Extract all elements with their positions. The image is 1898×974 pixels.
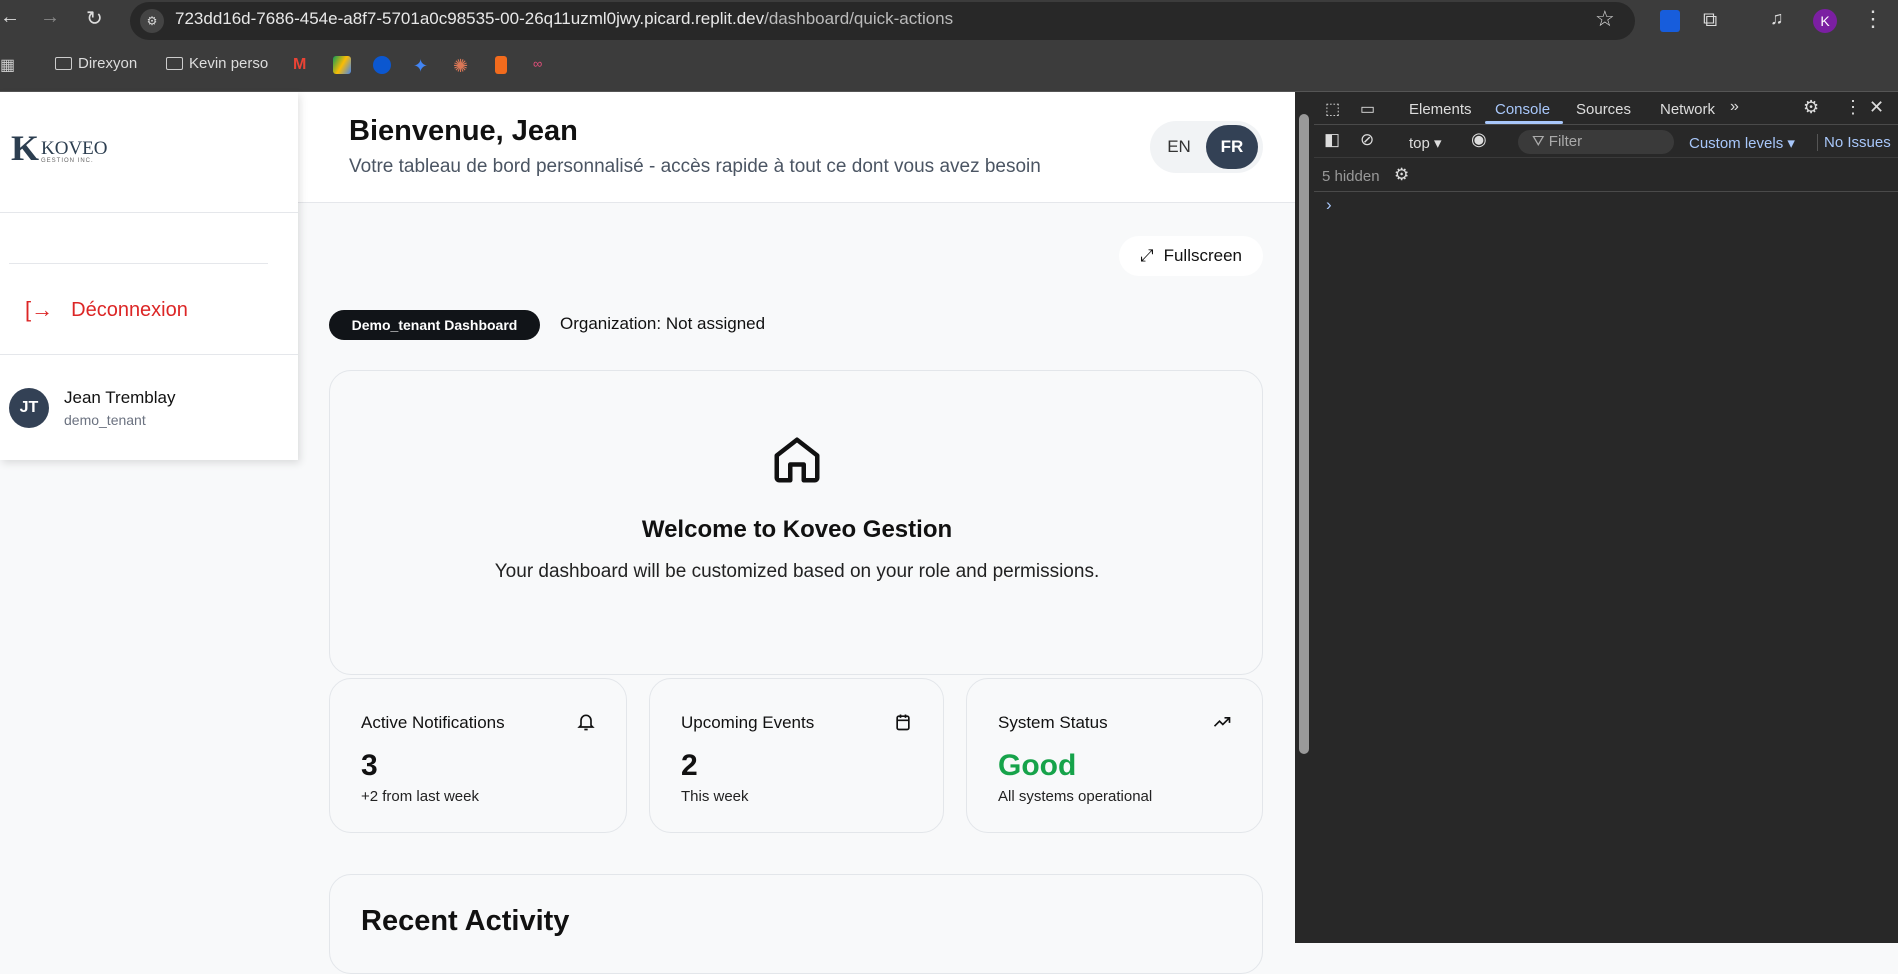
bell-icon (577, 714, 595, 731)
console-prompt[interactable]: › (1326, 195, 1332, 215)
page-title: Bienvenue, Jean (349, 115, 578, 147)
divider (1314, 191, 1898, 192)
close-icon[interactable]: ✕ (1869, 97, 1884, 118)
logout-icon: [→ (25, 297, 54, 322)
folder-icon (55, 57, 72, 70)
stat-sub: All systems operational (998, 788, 1153, 805)
levels-label: Custom levels (1689, 135, 1784, 152)
user-role: demo_tenant (64, 412, 146, 428)
page-scrollbar[interactable] (1295, 92, 1314, 943)
bookmark-kevin-perso[interactable]: Kevin perso (166, 55, 268, 72)
fullscreen-label: Fullscreen (1163, 246, 1243, 265)
stat-sub: +2 from last week (361, 788, 479, 805)
media-icon[interactable]: ♫ (1770, 8, 1784, 29)
settings-icon[interactable]: ⚙ (1803, 97, 1819, 118)
stat-title: Upcoming Events (681, 713, 815, 732)
divider (0, 212, 298, 213)
context-select[interactable]: top ▾ (1409, 134, 1442, 152)
sidebar: K KOVEO GESTION INC. [→ Déconnexion JT Je… (0, 92, 298, 460)
more-tabs-icon[interactable]: » (1730, 98, 1739, 116)
bookmark-star-icon[interactable]: ☆ (1595, 6, 1615, 32)
trending-up-icon (1213, 717, 1231, 727)
fullscreen-button[interactable]: ⤢ Fullscreen (1119, 236, 1263, 276)
welcome-text: Your dashboard will be customized based … (494, 561, 1100, 582)
gemini-icon[interactable]: ✦ (413, 56, 431, 76)
inspect-icon[interactable]: ⬚ (1325, 99, 1340, 119)
reload-icon[interactable]: ↻ (86, 6, 103, 31)
calendar-icon (896, 714, 910, 731)
page-subtitle: Votre tableau de bord personnalisé - acc… (349, 156, 1041, 177)
workflow-icon[interactable]: ∞ (533, 56, 551, 74)
user-avatar: JT (9, 388, 49, 428)
apps-icon[interactable]: ▦ (0, 55, 15, 75)
lang-en-button[interactable]: EN (1158, 127, 1200, 167)
tab-console[interactable]: Console (1495, 101, 1550, 118)
dashboard-badge: Demo_tenant Dashboard (329, 310, 540, 340)
lang-fr-button[interactable]: FR (1206, 125, 1258, 169)
console-settings-icon[interactable]: ⚙ (1394, 165, 1409, 185)
koveo-logo: K KOVEO GESTION INC. (11, 128, 108, 168)
organization-label: Organization: Not assigned (560, 314, 766, 333)
user-name: Jean Tremblay (64, 388, 176, 407)
recent-activity-title: Recent Activity (361, 905, 570, 937)
eye-icon[interactable]: ◉ (1471, 129, 1487, 150)
gmail-icon[interactable]: M (293, 56, 311, 74)
forward-icon[interactable]: → (40, 6, 60, 29)
devtools-menu-icon[interactable]: ⋮ (1844, 97, 1862, 118)
page-header: Bienvenue, Jean Votre tableau de bord pe… (298, 92, 1295, 203)
logout-button[interactable]: [→ Déconnexion (25, 297, 188, 323)
issues-counter[interactable]: No Issues (1817, 134, 1891, 151)
home-icon (774, 437, 820, 483)
language-toggle: EN FR (1150, 121, 1263, 173)
context-label: top (1409, 135, 1430, 152)
drive-icon[interactable] (333, 56, 351, 74)
stat-title: Active Notifications (361, 713, 505, 732)
site-info-icon[interactable]: ⚙ (140, 9, 164, 33)
welcome-title: Welcome to Koveo Gestion (641, 516, 953, 543)
scrollbar-thumb[interactable] (1299, 114, 1309, 754)
stat-card-events: Upcoming Events 2 This week (649, 678, 944, 833)
sidebar-toggle-icon[interactable]: ◧ (1324, 130, 1340, 150)
profile-avatar[interactable]: K (1813, 9, 1837, 33)
filter-input[interactable]: ⛛ Filter (1518, 130, 1674, 154)
bookmark-label: Direxyon (78, 55, 138, 72)
url-host: 723dd16d-7686-454e-a8f7-5701a0c98535-00-… (175, 9, 765, 28)
clear-console-icon[interactable]: ⊘ (1360, 130, 1374, 150)
tab-sources[interactable]: Sources (1576, 101, 1631, 118)
menu-icon[interactable]: ⋮ (1862, 6, 1884, 32)
folder-icon (166, 57, 183, 70)
extensions-icon[interactable]: ⧉ (1703, 9, 1717, 32)
bookmark-label: Kevin perso (189, 55, 269, 72)
tab-network[interactable]: Network (1660, 101, 1715, 118)
url-text[interactable]: 723dd16d-7686-454e-a8f7-5701a0c98535-00-… (175, 9, 953, 29)
recent-activity-card: Recent Activity (329, 874, 1263, 974)
tab-elements[interactable]: Elements (1409, 101, 1472, 118)
bookmarks-bar (0, 41, 1898, 92)
divider (9, 263, 268, 264)
back-icon[interactable]: ← (0, 6, 20, 29)
logout-label: Déconnexion (71, 298, 188, 321)
devtools-panel: ⬚ ▭ Elements Console Sources Network » ⚙… (1314, 92, 1898, 943)
bookmark-direxyon[interactable]: Direxyon (55, 55, 137, 72)
active-tab-indicator (1485, 121, 1563, 124)
stat-title: System Status (998, 713, 1108, 732)
claude-icon[interactable]: ✺ (453, 56, 471, 76)
stat-value: 2 (681, 749, 698, 782)
stat-card-notifications: Active Notifications 3 +2 from last week (329, 678, 627, 833)
welcome-card: Welcome to Koveo Gestion Your dashboard … (329, 370, 1263, 675)
device-toolbar-icon[interactable]: ▭ (1360, 99, 1375, 119)
divider (0, 354, 298, 355)
app-icon[interactable] (495, 56, 507, 74)
stat-value: 3 (361, 749, 378, 782)
url-path: /dashboard/quick-actions (764, 9, 954, 28)
c-icon[interactable] (373, 56, 391, 74)
bitwarden-icon[interactable] (1660, 10, 1680, 32)
filter-placeholder: Filter (1548, 133, 1583, 150)
expand-icon: ⤢ (1139, 246, 1154, 265)
stat-sub: This week (681, 788, 749, 805)
stat-card-status: System Status Good All systems operation… (966, 678, 1263, 833)
status-value: Good (998, 749, 1077, 782)
log-levels-select[interactable]: Custom levels ▾ (1689, 134, 1795, 152)
hidden-count: 5 hidden (1322, 168, 1380, 185)
